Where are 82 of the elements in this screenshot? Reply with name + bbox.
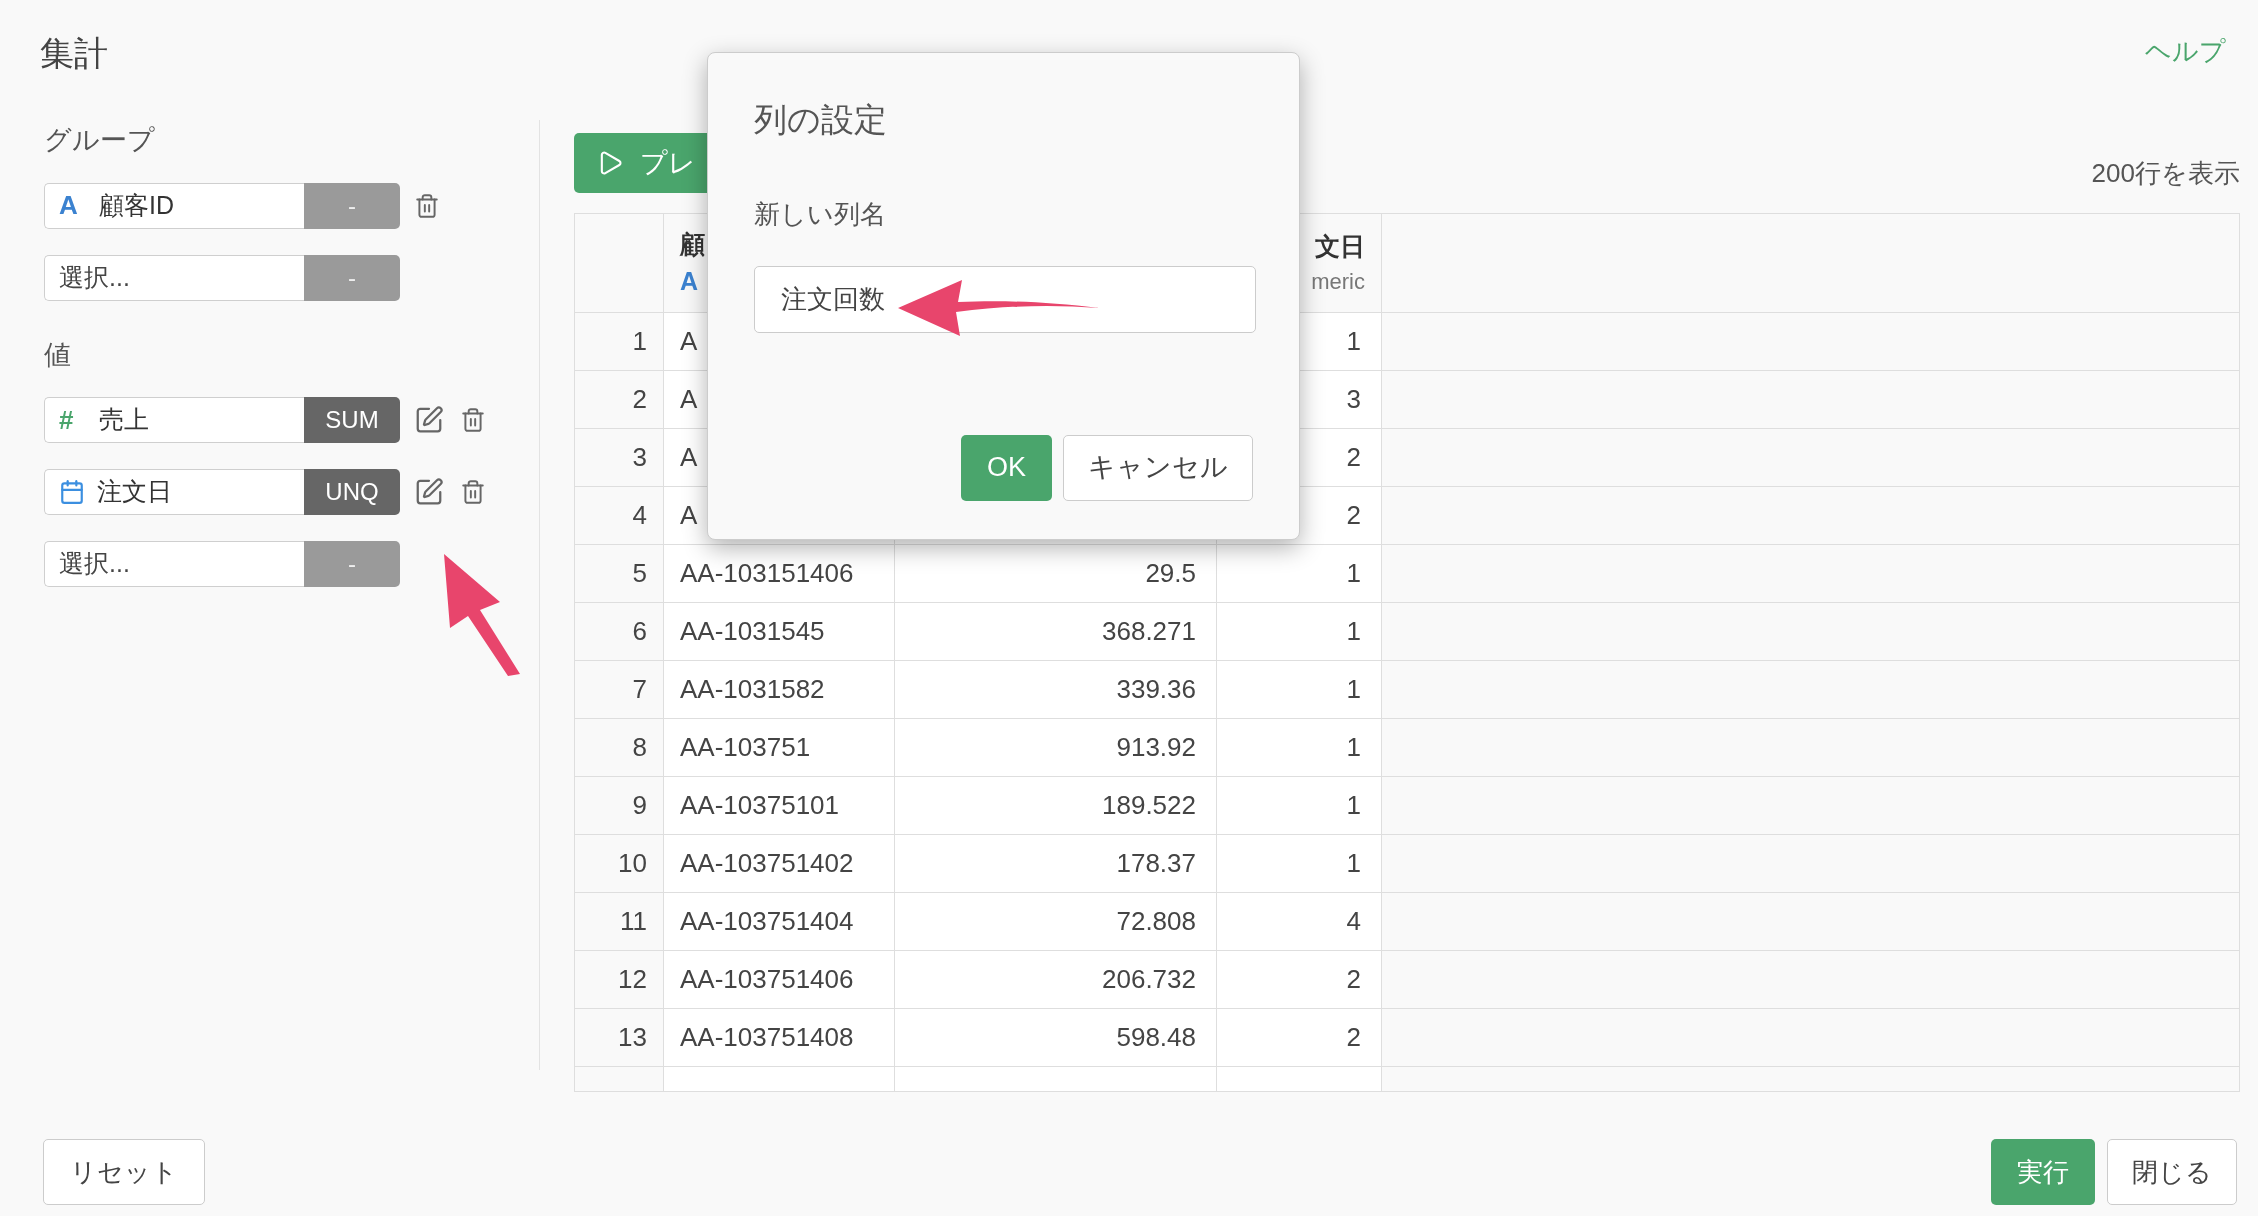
table-cell-text: 4 bbox=[1346, 905, 1361, 938]
table-cell-text: A bbox=[680, 441, 698, 474]
trash-icon[interactable] bbox=[414, 191, 440, 220]
reset-button[interactable]: リセット bbox=[43, 1139, 205, 1205]
table-cell-text: 178.37 bbox=[1116, 847, 1196, 880]
table-cell-text: 2 bbox=[1346, 963, 1361, 996]
field-selector[interactable]: A 顧客ID bbox=[44, 182, 304, 229]
row-number: 5 bbox=[632, 557, 647, 590]
table-cell-text: 1 bbox=[1346, 615, 1361, 648]
table-cell-text: 1 bbox=[1346, 557, 1361, 590]
row-number: 7 bbox=[632, 673, 647, 706]
row-number: 2 bbox=[632, 383, 647, 416]
string-type-icon: A bbox=[59, 186, 87, 225]
table-cell-text: AA-1031582 bbox=[680, 673, 825, 706]
number-type-icon: # bbox=[59, 400, 87, 440]
field-label: 新しい列名 bbox=[754, 197, 887, 231]
table-cell-text: 1 bbox=[1346, 325, 1361, 358]
table-cell-text: A bbox=[680, 325, 698, 358]
table-cell-text: AA-103751408 bbox=[680, 1021, 854, 1054]
column-type: meric bbox=[1311, 268, 1365, 297]
dialog-title: 列の設定 bbox=[754, 100, 888, 140]
column-header: 顧 bbox=[680, 228, 705, 260]
table-cell-text: AA-103751404 bbox=[680, 905, 854, 938]
table-cell-text: 1 bbox=[1346, 673, 1361, 706]
table-cell-text: 1 bbox=[1346, 789, 1361, 822]
table-cell-text: 2 bbox=[1346, 499, 1361, 532]
column-header: 文日 bbox=[1315, 230, 1365, 262]
table-cell-text: A bbox=[680, 499, 698, 532]
trash-icon[interactable] bbox=[460, 406, 486, 434]
field-placeholder: 選択... bbox=[59, 261, 130, 293]
row-number: 6 bbox=[632, 615, 647, 648]
table-cell-text: 2 bbox=[1346, 441, 1361, 474]
table-cell-text: A bbox=[680, 383, 698, 416]
table-cell-text: 598.48 bbox=[1116, 1021, 1196, 1054]
table-cell-text: 2 bbox=[1346, 1021, 1361, 1054]
row-number: 10 bbox=[618, 847, 647, 880]
field-name: 売上 bbox=[99, 404, 149, 436]
row-number: 4 bbox=[632, 499, 647, 532]
table-cell-text: AA-1031545 bbox=[680, 615, 825, 648]
row-number: 9 bbox=[632, 789, 647, 822]
table-cell-text: 1 bbox=[1346, 731, 1361, 764]
row-number: 12 bbox=[618, 963, 647, 996]
table-cell-text: AA-103751402 bbox=[680, 847, 854, 880]
aggregation-button[interactable]: UNQ bbox=[304, 469, 400, 515]
field-name: 注文日 bbox=[97, 476, 172, 508]
table-cell-text: 72.808 bbox=[1116, 905, 1196, 938]
section-label: 値 bbox=[44, 338, 72, 372]
field-placeholder: 選択... bbox=[59, 548, 130, 580]
table-cell-text: 368.271 bbox=[1102, 615, 1196, 648]
row-number: 8 bbox=[632, 731, 647, 764]
table-cell-text: 29.5 bbox=[1145, 557, 1196, 590]
section-label: グループ bbox=[44, 124, 156, 157]
field-selector[interactable]: # 売上 bbox=[44, 397, 304, 443]
field-selector[interactable]: 注文日 bbox=[44, 469, 304, 515]
table-cell-text: AA-103751 bbox=[680, 731, 811, 764]
row-count: 200行を表示 bbox=[2091, 157, 2240, 190]
table-cell-text: 339.36 bbox=[1116, 673, 1196, 706]
edit-icon[interactable] bbox=[414, 477, 444, 507]
trash-icon[interactable] bbox=[460, 478, 486, 506]
row-number: 13 bbox=[618, 1021, 647, 1054]
table-cell-text: 1 bbox=[1346, 847, 1361, 880]
field-name: 顧客ID bbox=[99, 189, 174, 221]
field-selector[interactable]: 選択... bbox=[44, 541, 304, 587]
aggregation-button[interactable]: SUM bbox=[304, 397, 400, 443]
table-cell-text: AA-10375101 bbox=[680, 789, 840, 822]
calendar-icon bbox=[59, 479, 85, 505]
table-cell-text: 3 bbox=[1346, 383, 1361, 416]
table-cell-text: 913.92 bbox=[1116, 731, 1196, 764]
table-cell-text: AA-103151406 bbox=[680, 557, 854, 590]
page-title: 集計 bbox=[40, 33, 108, 74]
cancel-button[interactable]: キャンセル bbox=[1063, 434, 1253, 501]
row-number: 1 bbox=[632, 325, 647, 358]
field-selector[interactable]: 選択... bbox=[44, 254, 304, 301]
table-cell-text: AA-103751406 bbox=[680, 963, 854, 996]
column-type: A bbox=[680, 266, 699, 297]
column-name-input[interactable]: 注文回数 bbox=[754, 265, 1256, 333]
table-cell-text: 189.522 bbox=[1102, 789, 1196, 822]
edit-icon[interactable] bbox=[414, 405, 444, 435]
close-button[interactable]: 閉じる bbox=[2107, 1139, 2237, 1205]
row-number: 3 bbox=[632, 441, 647, 474]
row-number: 11 bbox=[620, 905, 647, 938]
table-cell-text: 206.732 bbox=[1102, 963, 1196, 996]
